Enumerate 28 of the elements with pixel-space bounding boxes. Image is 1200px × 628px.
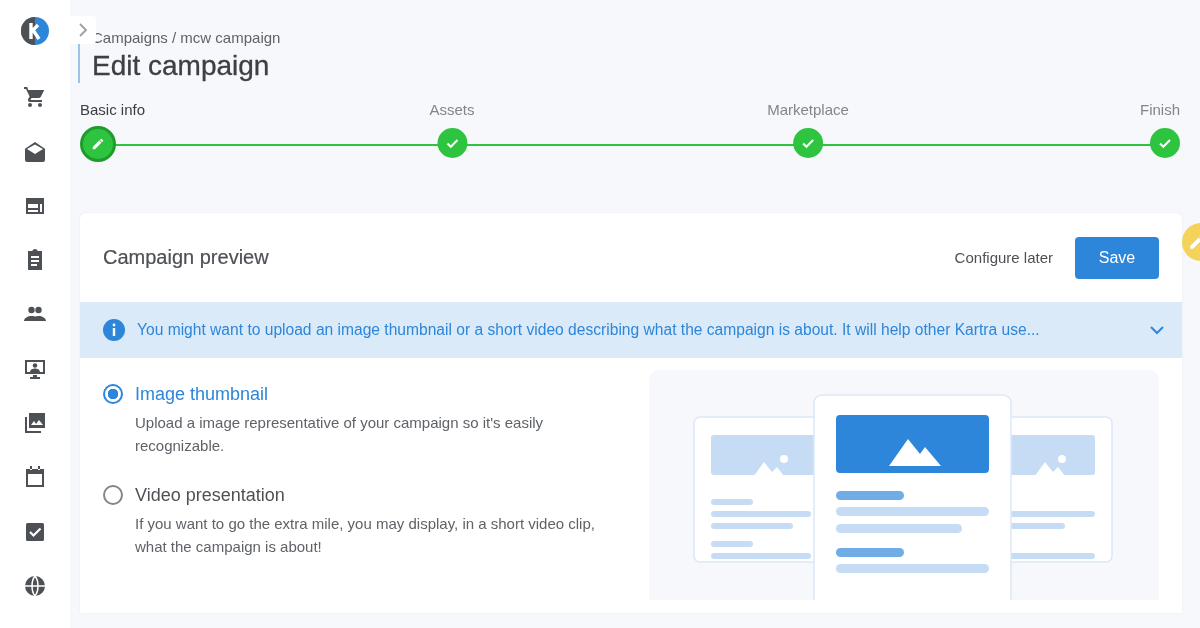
step-check-icon[interactable] bbox=[1150, 128, 1180, 158]
option-description: Upload a image representative of your campaign so it's easily recognizable. bbox=[135, 413, 545, 456]
card-title: Campaign preview bbox=[103, 246, 269, 269]
step-check-icon[interactable] bbox=[793, 128, 823, 158]
option-label[interactable]: Image thumbnail bbox=[135, 382, 613, 406]
radio-button[interactable] bbox=[103, 384, 123, 404]
step-pencil-icon[interactable] bbox=[80, 126, 116, 162]
option-label[interactable]: Video presentation bbox=[135, 483, 613, 507]
envelope-open-icon[interactable] bbox=[23, 139, 47, 164]
logo-icon[interactable] bbox=[20, 16, 50, 46]
cart-icon[interactable] bbox=[23, 85, 47, 110]
page-title: Edit campaign bbox=[92, 49, 271, 83]
info-message: You might want to upload an image thumbnail or a short video describing what the campaign is about. It will help other Kartra use... bbox=[137, 321, 1041, 339]
images-icon[interactable] bbox=[23, 410, 47, 435]
chevron-right-icon bbox=[78, 23, 88, 37]
configure-later-button[interactable]: Configure later bbox=[954, 249, 1053, 266]
step-label[interactable]: Marketplace bbox=[767, 101, 849, 119]
calendar-icon[interactable] bbox=[23, 465, 47, 490]
step-check-icon[interactable] bbox=[437, 128, 467, 158]
step-label[interactable]: Assets bbox=[429, 101, 475, 119]
step-label[interactable]: Basic info bbox=[80, 101, 146, 119]
breadcrumb: Campaigns / mcw campaign bbox=[92, 29, 282, 47]
save-button[interactable]: Save bbox=[1075, 236, 1159, 279]
step-label[interactable]: Finish bbox=[1140, 101, 1180, 119]
radio-button[interactable] bbox=[103, 485, 123, 505]
globe-icon[interactable] bbox=[23, 573, 47, 598]
info-icon bbox=[103, 319, 125, 341]
option-description: If you want to go the extra mile, you may display, in a short video clip, what the campaign is about! bbox=[135, 514, 596, 557]
